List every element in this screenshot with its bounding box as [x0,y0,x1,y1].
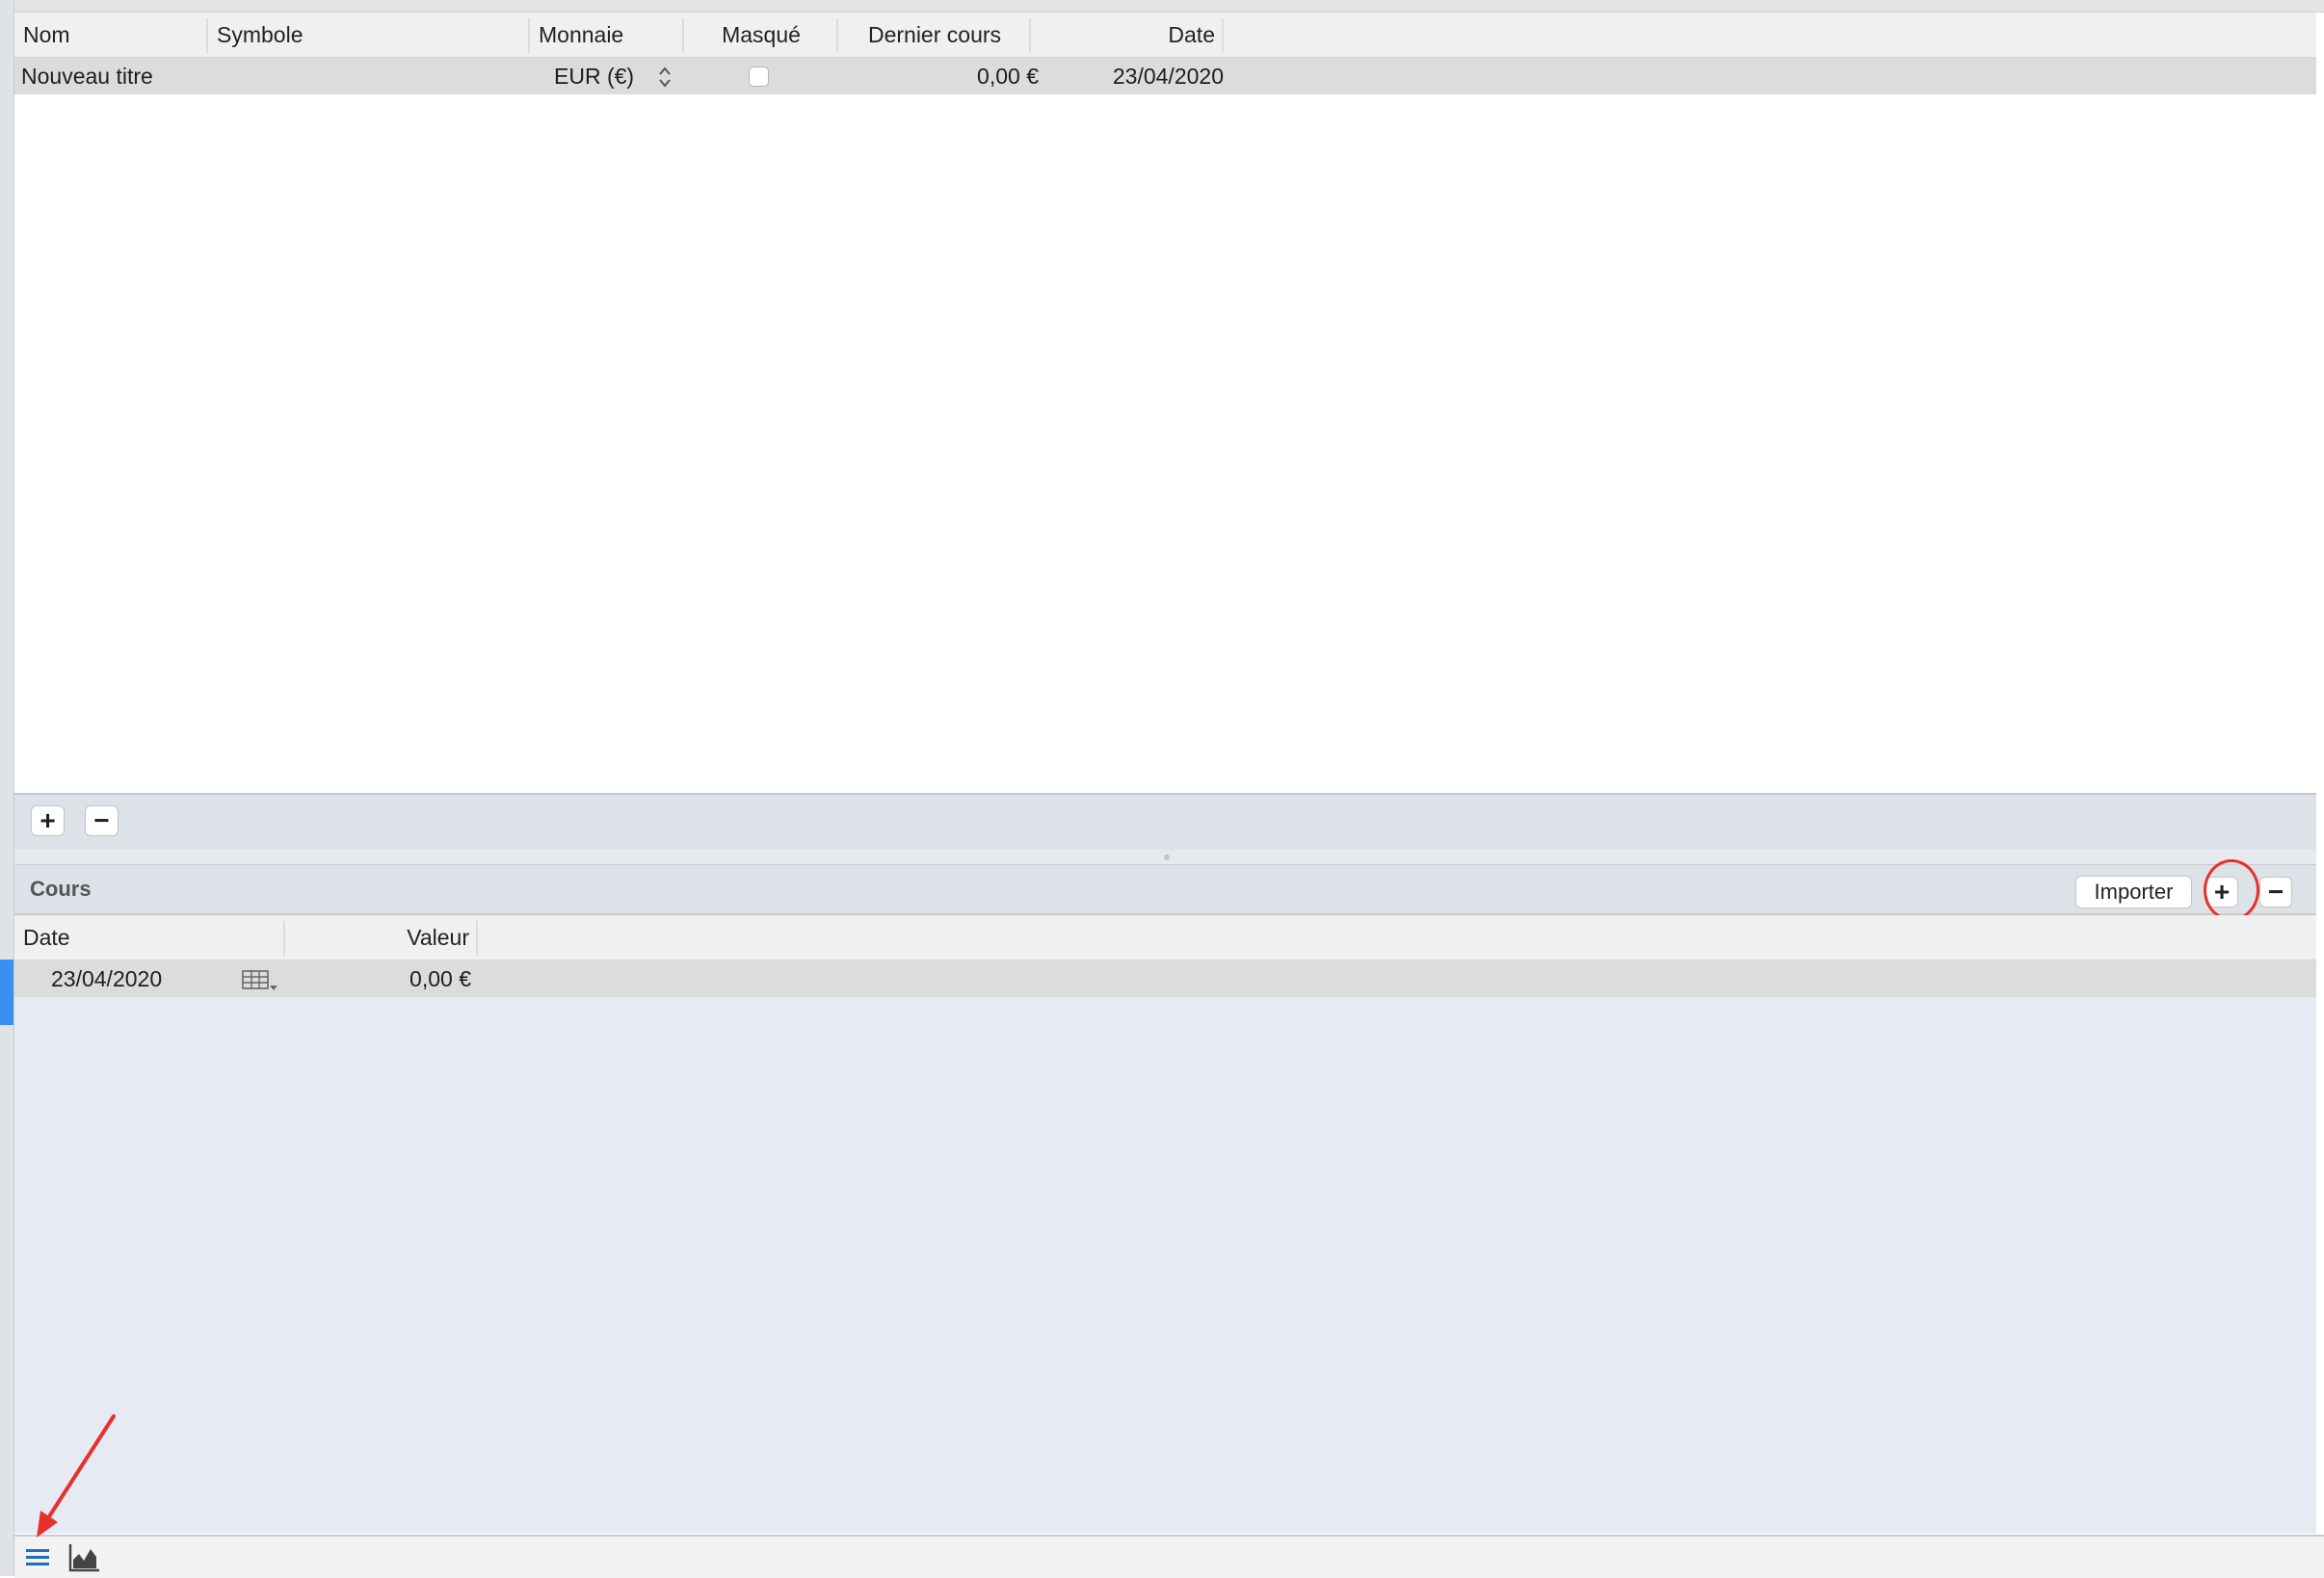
last-price-cell[interactable]: 0,00 € [838,58,1039,94]
column-header-date[interactable]: Date [14,915,284,960]
price-value-cell[interactable]: 0,00 € [285,960,471,997]
security-symbol-cell[interactable] [208,58,526,94]
calendar-picker-icon[interactable] [242,969,280,992]
chart-icon[interactable] [67,1542,102,1573]
column-header-hidden[interactable]: Masqué [684,13,838,57]
column-header-currency[interactable]: Monnaie [530,13,684,57]
selection-indicator [0,960,13,1025]
top-divider [14,0,2324,13]
up-down-chevron-icon[interactable] [655,64,674,91]
table-row[interactable]: 23/04/2020 0,00 € [14,960,2316,997]
add-price-button[interactable]: + [2205,877,2238,907]
split-view-divider[interactable] [14,850,2316,865]
securities-table-header: Nom Symbole Monnaie Masqué Dernier cours… [14,13,2316,59]
hidden-checkbox[interactable] [749,66,769,87]
prices-table-header: Date Valeur [14,915,2316,961]
remove-price-button[interactable]: − [2259,877,2292,907]
column-header-value[interactable]: Valeur [285,915,478,960]
view-switcher-bar [14,1535,2324,1578]
list-icon[interactable] [24,1545,51,1570]
prices-panel-header: Cours Importer + − [14,859,2316,921]
table-row[interactable]: Nouveau titre EUR (€) 0,00 € 23/04/2020 [14,58,2316,94]
securities-table-empty-area[interactable] [14,94,2316,792]
remove-security-button[interactable]: − [85,805,119,836]
column-separator[interactable] [476,921,478,956]
column-header-date[interactable]: Date [1031,13,1224,57]
column-header-name[interactable]: Nom [14,13,207,57]
currency-select[interactable]: EUR (€) [554,58,660,94]
window-edge [0,0,14,1576]
price-date-cell[interactable]: 23/04/2020 [51,960,244,997]
prices-panel-title: Cours [30,877,92,901]
column-separator[interactable] [1222,18,1224,53]
prices-table-empty-area[interactable] [14,997,2316,1534]
column-header-symbol[interactable]: Symbole [208,13,530,57]
add-security-button[interactable]: + [31,805,65,836]
divider-handle [1164,855,1170,860]
import-button[interactable]: Importer [2075,876,2192,908]
column-header-last-price[interactable]: Dernier cours [838,13,1031,57]
date-cell[interactable]: 23/04/2020 [1031,58,1224,94]
securities-toolbar: + − [14,793,2316,852]
